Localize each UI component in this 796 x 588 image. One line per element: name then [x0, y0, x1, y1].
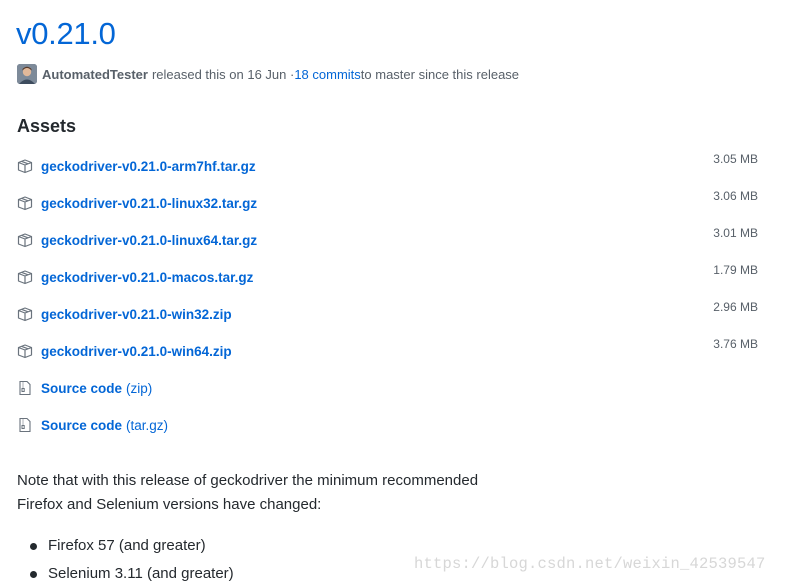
- asset-link-linux32[interactable]: geckodriver-v0.21.0-linux32.tar.gz: [41, 196, 257, 211]
- asset-size: 3.01 MB: [713, 226, 758, 240]
- commits-link[interactable]: 18 commits: [294, 67, 360, 82]
- asset-link-win64[interactable]: geckodriver-v0.21.0-win64.zip: [41, 344, 232, 359]
- source-row: Source code (tar.gz): [17, 413, 762, 437]
- asset-row: geckodriver-v0.21.0-linux64.tar.gz 3.01 …: [17, 226, 762, 252]
- list-item-text: Selenium 3.11 (and greater): [48, 565, 234, 582]
- file-zip-icon: [17, 417, 33, 433]
- list-item: Firefox 57 (and greater): [30, 532, 234, 560]
- package-icon: [17, 306, 33, 322]
- source-row: Source code (zip): [17, 376, 762, 400]
- watermark: https://blog.csdn.net/weixin_42539547: [414, 555, 766, 573]
- asset-size: 2.96 MB: [713, 300, 758, 314]
- asset-row: geckodriver-v0.21.0-macos.tar.gz 1.79 MB: [17, 263, 762, 289]
- asset-link-linux64[interactable]: geckodriver-v0.21.0-linux64.tar.gz: [41, 233, 257, 248]
- bullet-icon: [30, 543, 37, 550]
- asset-row: geckodriver-v0.21.0-win32.zip 2.96 MB: [17, 300, 762, 326]
- package-icon: [17, 343, 33, 359]
- note-line-2: Firefox and Selenium versions have chang…: [17, 496, 322, 513]
- package-icon: [17, 269, 33, 285]
- source-code-targz-link[interactable]: Source code (tar.gz): [41, 418, 168, 433]
- asset-link-arm7hf[interactable]: geckodriver-v0.21.0-arm7hf.tar.gz: [41, 159, 256, 174]
- bullet-icon: [30, 571, 37, 578]
- since-text: to master since this release: [360, 66, 520, 82]
- source-code-zip-link[interactable]: Source code (zip): [41, 381, 152, 396]
- asset-row: geckodriver-v0.21.0-win64.zip 3.76 MB: [17, 337, 762, 363]
- source-code-format: (tar.gz): [126, 417, 169, 433]
- release-meta: AutomatedTester released this on 16 Jun …: [17, 64, 519, 84]
- asset-size: 3.05 MB: [713, 152, 758, 166]
- release-notes: Note that with this release of geckodriv…: [17, 469, 577, 517]
- asset-link-macos[interactable]: geckodriver-v0.21.0-macos.tar.gz: [41, 270, 253, 285]
- requirements-list: Firefox 57 (and greater) Selenium 3.11 (…: [30, 532, 234, 588]
- package-icon: [17, 232, 33, 248]
- note-line-1: Note that with this release of geckodriv…: [17, 472, 479, 489]
- list-item: Selenium 3.11 (and greater): [30, 560, 234, 588]
- asset-size: 3.06 MB: [713, 189, 758, 203]
- source-code-label: Source code: [41, 380, 123, 396]
- asset-size: 3.76 MB: [713, 337, 758, 351]
- avatar[interactable]: [17, 64, 37, 84]
- package-icon: [17, 158, 33, 174]
- package-icon: [17, 195, 33, 211]
- file-zip-icon: [17, 380, 33, 396]
- assets-heading: Assets: [17, 116, 77, 136]
- asset-row: geckodriver-v0.21.0-arm7hf.tar.gz 3.05 M…: [17, 152, 762, 178]
- author-link[interactable]: AutomatedTester: [42, 67, 148, 82]
- source-code-format: (zip): [126, 380, 153, 396]
- source-code-label: Source code: [41, 417, 123, 433]
- asset-row: geckodriver-v0.21.0-linux32.tar.gz 3.06 …: [17, 189, 762, 215]
- asset-size: 1.79 MB: [713, 263, 758, 277]
- release-title-link[interactable]: v0.21.0: [16, 14, 116, 54]
- released-text: released this on 16 Jun ·: [151, 66, 295, 82]
- list-item-text: Firefox 57 (and greater): [48, 537, 206, 554]
- asset-link-win32[interactable]: geckodriver-v0.21.0-win32.zip: [41, 307, 232, 322]
